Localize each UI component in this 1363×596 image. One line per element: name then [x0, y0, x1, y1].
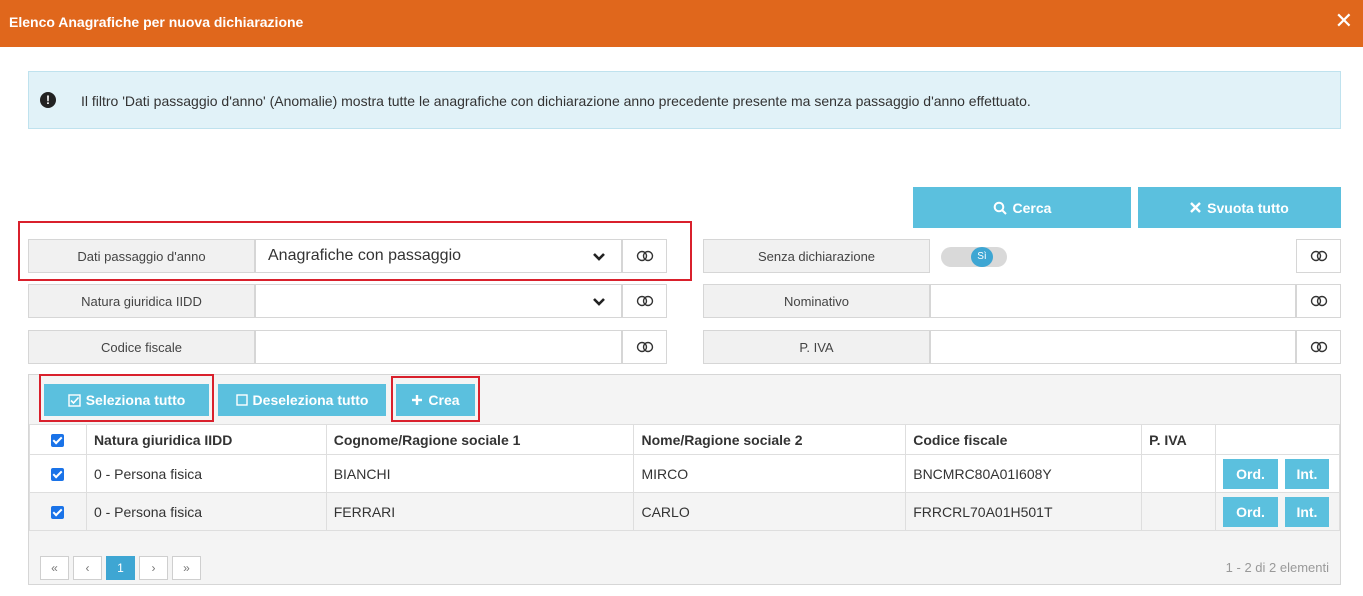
- search-icon: [993, 201, 1007, 215]
- column-header[interactable]: P. IVA: [1141, 424, 1217, 455]
- pager-first[interactable]: «: [40, 556, 69, 580]
- filter-toggle-codice-fiscale[interactable]: [622, 330, 667, 364]
- senza-dichiarazione-switch[interactable]: Sì: [941, 247, 1007, 267]
- deselect-all-button[interactable]: Deseleziona tutto: [218, 384, 386, 416]
- toggle-icon: [636, 295, 653, 307]
- toggle-icon: [636, 341, 653, 353]
- switch-knob: Sì: [971, 247, 993, 267]
- highlight-dati-passaggio: [18, 221, 692, 281]
- filter-toggle-nominativo[interactable]: [1296, 284, 1341, 318]
- highlight-select-all: [39, 374, 214, 422]
- dialog-title: Elenco Anagrafiche per nuova dichiarazio…: [9, 14, 304, 30]
- search-button-label: Cerca: [1012, 199, 1052, 216]
- dialog-titlebar: Elenco Anagrafiche per nuova dichiarazio…: [0, 0, 1363, 47]
- pager-page-1[interactable]: 1: [106, 556, 135, 580]
- cell-cognome: FERRARI: [325, 492, 635, 531]
- pagination: « ‹ 1 › »: [40, 556, 205, 580]
- checkbox-checked-icon: [51, 434, 65, 448]
- clear-all-button[interactable]: Svuota tutto: [1138, 187, 1341, 228]
- pager-count: 1 - 2 di 2 elementi: [1225, 560, 1329, 575]
- cell-piva: [1141, 492, 1217, 531]
- table-header-row: Natura giuridica IIDD Cognome/Ragione so…: [29, 424, 1340, 455]
- cell-cognome: BIANCHI: [325, 454, 635, 493]
- info-banner: ! Il filtro 'Dati passaggio d'anno' (Ano…: [28, 71, 1341, 129]
- filter-label-piva: P. IVA: [703, 330, 930, 364]
- column-header[interactable]: Nome/Ragione sociale 2: [633, 424, 907, 455]
- int-button[interactable]: Int.: [1284, 458, 1329, 489]
- filter-toggle-senza-dichiarazione[interactable]: [1296, 239, 1341, 273]
- filter-toggle-piva[interactable]: [1296, 330, 1341, 364]
- header-checkbox[interactable]: [29, 424, 87, 455]
- toggle-icon: [1310, 250, 1327, 262]
- column-header-actions: [1215, 424, 1340, 455]
- filter-label-natura-giuridica: Natura giuridica IIDD: [28, 284, 255, 318]
- filter-label-nominativo: Nominativo: [703, 284, 930, 318]
- cell-nome: CARLO: [633, 492, 907, 531]
- table-row[interactable]: 0 - Persona fisica BIANCHI MIRCO BNCMRC8…: [29, 454, 1340, 493]
- deselect-all-label: Deseleziona tutto: [252, 392, 369, 408]
- cell-natura: 0 - Persona fisica: [85, 492, 327, 531]
- column-header[interactable]: Natura giuridica IIDD: [85, 424, 327, 455]
- close-icon[interactable]: ✕: [1335, 10, 1353, 32]
- cell-actions: Ord. Int.: [1215, 492, 1340, 531]
- pager-last[interactable]: »: [172, 556, 201, 580]
- column-header[interactable]: Codice fiscale: [905, 424, 1143, 455]
- filter-toggle-natura-giuridica[interactable]: [622, 284, 667, 318]
- cell-actions: Ord. Int.: [1215, 454, 1340, 493]
- piva-input[interactable]: [930, 330, 1296, 364]
- int-button[interactable]: Int.: [1284, 496, 1329, 527]
- table-row[interactable]: 0 - Persona fisica FERRARI CARLO FRRCRL7…: [29, 492, 1340, 531]
- pager-prev[interactable]: ‹: [73, 556, 102, 580]
- results-table: Natura giuridica IIDD Cognome/Ragione so…: [29, 424, 1340, 531]
- toggle-icon: [1310, 295, 1327, 307]
- info-icon: !: [40, 92, 56, 108]
- cell-codice-fiscale: FRRCRL70A01H501T: [905, 492, 1143, 531]
- highlight-create: [391, 376, 480, 422]
- natura-giuridica-select[interactable]: [255, 284, 622, 318]
- filter-label-senza-dichiarazione: Senza dichiarazione: [703, 239, 930, 273]
- cell-natura: 0 - Persona fisica: [85, 454, 327, 493]
- toggle-icon: [1310, 341, 1327, 353]
- row-checkbox[interactable]: [29, 492, 87, 531]
- filter-label-codice-fiscale: Codice fiscale: [28, 330, 255, 364]
- search-button[interactable]: Cerca: [913, 187, 1131, 228]
- cell-nome: MIRCO: [633, 454, 907, 493]
- checkbox-empty-icon: [235, 394, 248, 406]
- x-icon: [1190, 202, 1202, 213]
- ord-button[interactable]: Ord.: [1223, 496, 1279, 527]
- checkbox-checked-icon: [51, 506, 65, 520]
- pager-next[interactable]: ›: [139, 556, 168, 580]
- codice-fiscale-input[interactable]: [255, 330, 622, 364]
- clear-all-label: Svuota tutto: [1207, 199, 1289, 216]
- column-header[interactable]: Cognome/Ragione sociale 1: [325, 424, 635, 455]
- checkbox-checked-icon: [51, 468, 65, 482]
- cell-codice-fiscale: BNCMRC80A01I608Y: [905, 454, 1143, 493]
- info-text: Il filtro 'Dati passaggio d'anno' (Anoma…: [81, 93, 1031, 109]
- row-checkbox[interactable]: [29, 454, 87, 493]
- nominativo-input[interactable]: [930, 284, 1296, 318]
- cell-piva: [1141, 454, 1217, 493]
- chevron-down-icon: [593, 298, 605, 306]
- ord-button[interactable]: Ord.: [1223, 458, 1279, 489]
